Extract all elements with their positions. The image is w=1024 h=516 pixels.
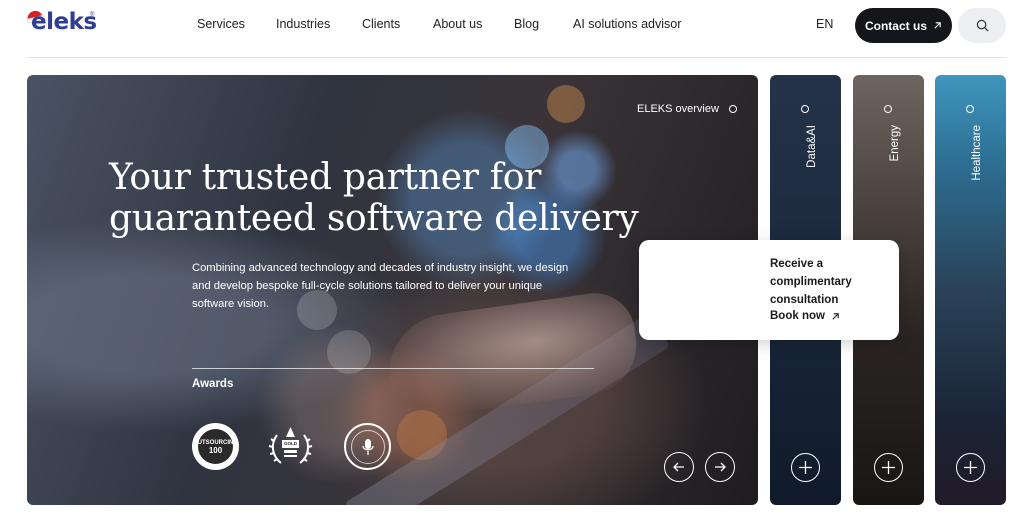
plus-icon: [882, 461, 895, 474]
arrow-up-right-icon: [934, 22, 941, 29]
eleks-logo[interactable]: eleks ®: [26, 9, 97, 37]
arrow-right-icon: [715, 462, 726, 472]
award-2-text: GOLD: [284, 441, 297, 446]
award-outsourcing-100-badge: OUTSOURCING 100: [193, 429, 238, 464]
registered-mark: ®: [90, 12, 95, 18]
award-outsourcing-100[interactable]: OUTSOURCING 100: [192, 423, 239, 470]
ring-icon: [728, 105, 737, 113]
eleks-overview-link[interactable]: ELEKS overview: [637, 103, 737, 115]
language-switcher[interactable]: EN: [816, 17, 833, 31]
consultation-popup[interactable]: Receive a complimentary consultation Boo…: [639, 240, 899, 340]
plus-icon: [964, 461, 977, 474]
hero-title-line-1: Your trusted partner for: [109, 157, 542, 198]
hero-title-line-2: guaranteed software delivery: [109, 198, 639, 239]
contact-us-button[interactable]: Contact us: [855, 8, 952, 43]
expand-data-ai-button[interactable]: [791, 453, 820, 482]
nav-clients[interactable]: Clients: [362, 17, 400, 31]
prev-slide-button[interactable]: [664, 452, 694, 482]
ring-icon: [966, 105, 974, 113]
logo-text: eleks: [31, 9, 97, 35]
ring-icon: [801, 105, 809, 113]
popup-line-1: Receive a: [770, 258, 824, 270]
award-seal-inner: [350, 429, 385, 464]
popup-line-2: complimentary: [770, 276, 852, 288]
arrow-up-right-icon: [832, 312, 839, 320]
laurel-wreath-icon: [268, 427, 313, 464]
arrow-left-icon: [673, 462, 684, 472]
award-gold[interactable]: GOLD: [267, 423, 314, 470]
nav-blog[interactable]: Blog: [514, 17, 539, 31]
awards-label: Awards: [192, 378, 234, 390]
nav-about-us[interactable]: About us: [433, 17, 482, 31]
search-icon: [976, 19, 988, 32]
industry-card-label: Data&AI: [806, 125, 818, 168]
expand-healthcare-button[interactable]: [956, 453, 985, 482]
contact-us-label: Contact us: [864, 18, 927, 33]
hero-divider: [192, 368, 594, 369]
award-1-text-line-2: 100: [208, 445, 223, 455]
industry-card-label: Healthcare: [971, 125, 983, 181]
nav-ai-solutions-advisor[interactable]: AI solutions advisor: [573, 17, 681, 31]
hero-description: Combining advanced technology and decade…: [192, 262, 569, 310]
popup-text: Receive a complimentary consultation: [770, 255, 888, 309]
bokeh-light: [547, 85, 585, 123]
overview-label: ELEKS overview: [637, 103, 719, 115]
award-seal[interactable]: [344, 423, 391, 470]
industry-card-label: Energy: [889, 125, 901, 162]
book-now-link[interactable]: Book now: [770, 310, 840, 322]
search-button[interactable]: [958, 8, 1006, 43]
industry-card-healthcare[interactable]: Healthcare: [935, 75, 1006, 505]
book-now-label: Book now: [770, 310, 825, 322]
nav-industries[interactable]: Industries: [276, 17, 330, 31]
popup-line-3: consultation: [770, 294, 839, 306]
hero-title: Your trusted partner for guaranteed soft…: [109, 157, 669, 239]
header-divider: [27, 57, 1006, 58]
nav-services[interactable]: Services: [197, 17, 245, 31]
ring-icon: [884, 105, 892, 113]
plus-icon: [799, 461, 812, 474]
next-slide-button[interactable]: [705, 452, 735, 482]
expand-energy-button[interactable]: [874, 453, 903, 482]
microphone-icon: [361, 438, 374, 455]
site-header: eleks ® Services Industries Clients Abou…: [0, 0, 1024, 50]
